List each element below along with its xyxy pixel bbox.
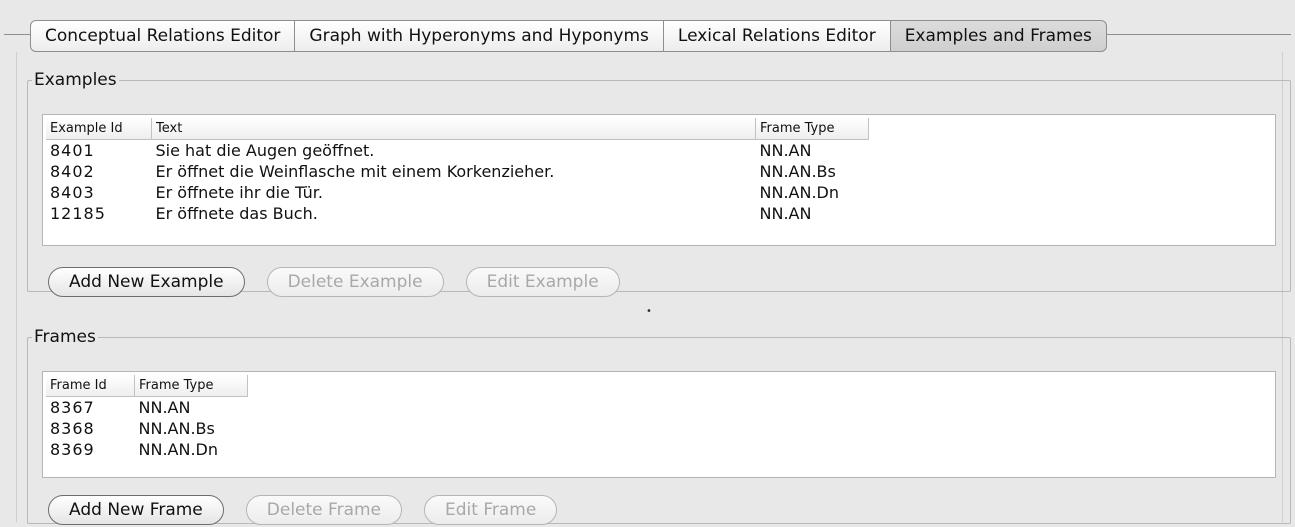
frames-button-row: Add New Frame Delete Frame Edit Frame — [48, 495, 558, 525]
edit-example-button[interactable]: Edit Example — [465, 267, 620, 297]
example-id-cell: 8403 — [50, 183, 95, 202]
frame-type-cell: NN.AN.Bs — [138, 419, 215, 438]
column-header-frame-type[interactable]: Frame Type — [755, 118, 869, 140]
table-row[interactable]: 8401 Sie hat die Augen geöffnet. NN.AN — [46, 140, 869, 162]
examples-button-row: Add New Example Delete Example Edit Exam… — [48, 267, 620, 297]
column-header-text[interactable]: Text — [151, 118, 756, 140]
split-pane-divider-handle[interactable]: • — [646, 307, 652, 317]
frames-table-header: Frame Id Frame Type — [46, 375, 248, 397]
delete-example-button[interactable]: Delete Example — [266, 267, 444, 297]
example-text-cell: Er öffnet die Weinflasche mit einem Kork… — [155, 162, 555, 181]
edit-frame-button[interactable]: Edit Frame — [424, 495, 558, 525]
column-header-frame-id[interactable]: Frame Id — [46, 375, 135, 397]
table-row[interactable]: 8368 NN.AN.Bs — [46, 418, 248, 439]
tab-examples-and-frames[interactable]: Examples and Frames — [890, 20, 1107, 52]
example-id-cell: 12185 — [50, 204, 106, 223]
examples-group: Examples Example Id Text Frame Type 8401 — [27, 70, 1291, 297]
frame-id-cell: 8369 — [50, 440, 95, 459]
table-row[interactable]: 8367 NN.AN — [46, 397, 248, 419]
delete-frame-button[interactable]: Delete Frame — [245, 495, 403, 525]
frame-type-cell: NN.AN — [138, 398, 191, 417]
example-text-cell: Er öffnete ihr die Tür. — [155, 183, 323, 202]
table-row[interactable]: 8369 NN.AN.Dn — [46, 439, 248, 460]
example-text-cell: Sie hat die Augen geöffnet. — [155, 141, 375, 160]
frames-table[interactable]: Frame Id Frame Type 8367 NN.AN 8368 NN.A… — [42, 371, 1276, 478]
examples-frames-window: Conceptual Relations Editor Graph with H… — [0, 0, 1295, 527]
examples-table[interactable]: Example Id Text Frame Type 8401 Sie hat … — [42, 114, 1276, 246]
example-id-cell: 8401 — [50, 141, 95, 160]
table-row[interactable]: 8402 Er öffnet die Weinflasche mit einem… — [46, 161, 869, 182]
tab-content-panel: Examples Example Id Text Frame Type 8401 — [16, 52, 1291, 525]
table-row[interactable]: 8403 Er öffnete ihr die Tür. NN.AN.Dn — [46, 182, 869, 203]
frame-id-cell: 8367 — [50, 398, 95, 417]
example-id-cell: 8402 — [50, 162, 95, 181]
examples-table-header: Example Id Text Frame Type — [46, 118, 869, 140]
example-frame-type-cell: NN.AN — [759, 141, 812, 160]
add-new-example-button[interactable]: Add New Example — [48, 267, 245, 297]
example-frame-type-cell: NN.AN.Dn — [759, 183, 839, 202]
tab-bar: Conceptual Relations Editor Graph with H… — [30, 20, 1107, 52]
add-new-frame-button[interactable]: Add New Frame — [48, 495, 224, 525]
column-header-example-id[interactable]: Example Id — [46, 118, 152, 140]
frame-type-cell: NN.AN.Dn — [138, 440, 218, 459]
frame-id-cell: 8368 — [50, 419, 95, 438]
column-header-frame-type[interactable]: Frame Type — [134, 375, 248, 397]
examples-group-title: Examples — [34, 70, 117, 90]
example-text-cell: Er öffnete das Buch. — [155, 204, 318, 223]
frames-group-title: Frames — [34, 327, 96, 347]
tab-lexical-relations-editor[interactable]: Lexical Relations Editor — [663, 20, 891, 52]
table-row[interactable]: 12185 Er öffnete das Buch. NN.AN — [46, 203, 869, 224]
example-frame-type-cell: NN.AN — [759, 204, 812, 223]
frames-group: Frames Frame Id Frame Type 8367 NN.AN 83… — [27, 327, 1291, 525]
example-frame-type-cell: NN.AN.Bs — [759, 162, 836, 181]
tab-conceptual-relations-editor[interactable]: Conceptual Relations Editor — [30, 20, 296, 52]
tab-graph-hyperonyms-hyponyms[interactable]: Graph with Hyperonyms and Hyponyms — [295, 20, 664, 52]
